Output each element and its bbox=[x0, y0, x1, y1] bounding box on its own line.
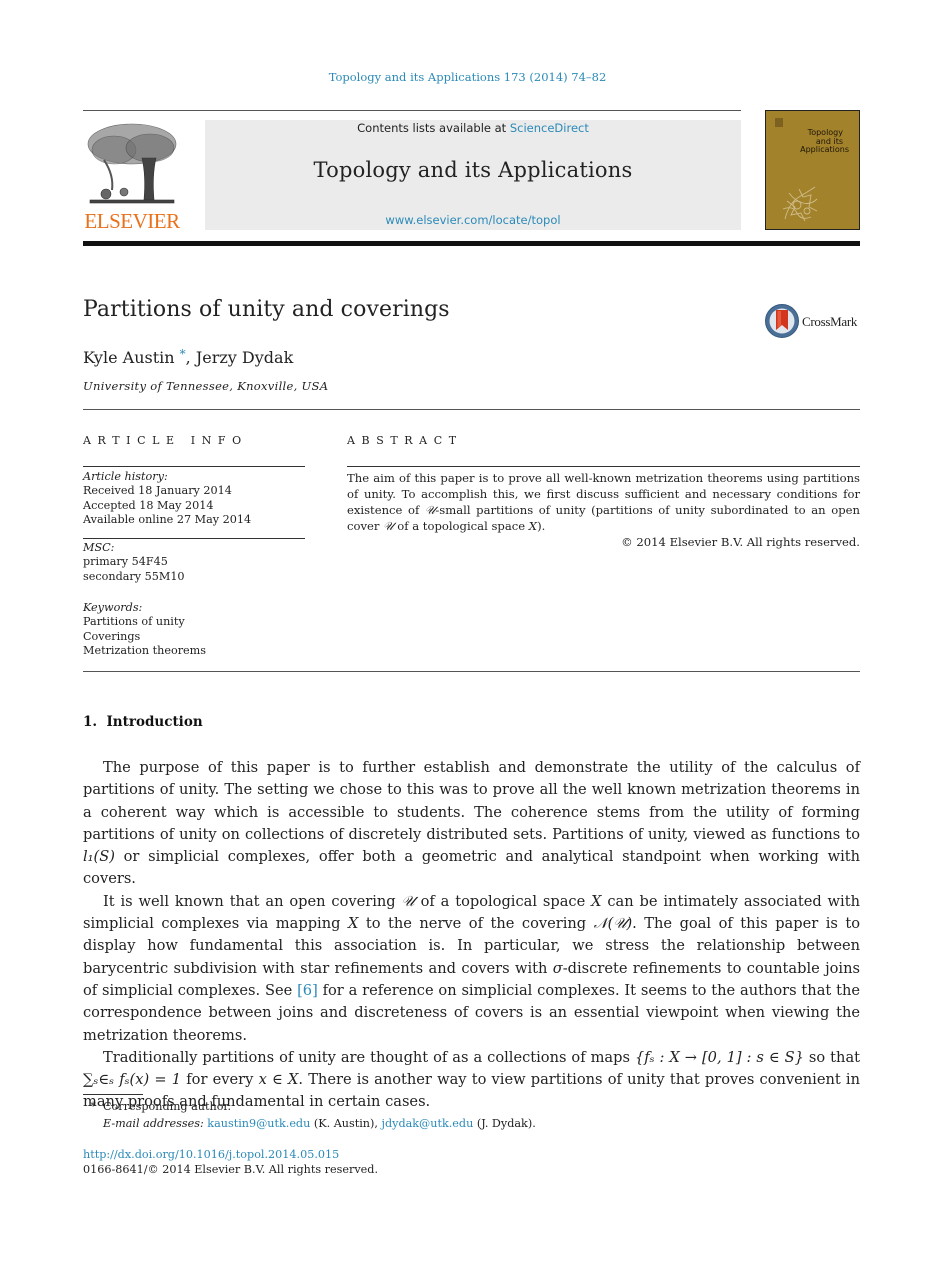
divider bbox=[347, 466, 860, 467]
abstract-text-span: ). bbox=[537, 519, 546, 533]
abstract-heading: ABSTRACT bbox=[347, 434, 463, 447]
msc-item: primary 54F45 bbox=[83, 555, 168, 569]
cover-title: Topology and its Applications bbox=[800, 128, 849, 155]
math-symbol: 𝒰 bbox=[424, 503, 436, 517]
article-info-heading: ARTICLE INFO bbox=[83, 434, 248, 447]
author-name[interactable]: Jerzy Dydak bbox=[196, 348, 293, 367]
abstract-text-span: of a topological space bbox=[393, 519, 529, 533]
msc-item: secondary 55M10 bbox=[83, 569, 185, 583]
msc-label: MSC: bbox=[83, 541, 115, 554]
journal-homepage-link[interactable]: www.elsevier.com/locate/topol bbox=[205, 213, 741, 227]
math-symbol: X bbox=[528, 519, 538, 533]
keywords-label: Keywords: bbox=[83, 601, 143, 614]
divider bbox=[83, 538, 305, 539]
crossmark-icon bbox=[765, 304, 799, 338]
email-owner: (J. Dydak). bbox=[473, 1116, 536, 1130]
abstract-copyright: © 2014 Elsevier B.V. All rights reserved… bbox=[621, 535, 860, 549]
article-history-label: Article history: bbox=[83, 470, 168, 483]
doi-link[interactable]: http://dx.doi.org/10.1016/j.topol.2014.0… bbox=[83, 1148, 339, 1161]
footnote-emails: E-mail addresses: kaustin9@utk.edu (K. A… bbox=[83, 1116, 783, 1133]
keywords: Keywords: Partitions of unity Coverings … bbox=[83, 601, 305, 659]
header-bottom-rule bbox=[83, 241, 860, 246]
text-span: to the nerve of the covering bbox=[358, 915, 594, 933]
journal-cover-image[interactable]: Topology and its Applications bbox=[765, 110, 860, 230]
journal-title: Topology and its Applications bbox=[313, 158, 633, 182]
journal-header-box: Contents lists available at ScienceDirec… bbox=[205, 120, 741, 230]
paragraph: The purpose of this paper is to further … bbox=[83, 757, 860, 891]
cover-emblem-icon bbox=[775, 118, 783, 127]
divider bbox=[83, 466, 305, 467]
email-owner: (K. Austin), bbox=[310, 1116, 382, 1130]
footnote-rule bbox=[83, 1094, 143, 1095]
author-list: Kyle Austin *, Jerzy Dydak bbox=[83, 347, 293, 367]
footnote-star: * bbox=[90, 1100, 96, 1113]
text-span: or simplicial complexes, offer both a ge… bbox=[83, 848, 860, 888]
section-heading: 1. Introduction bbox=[83, 714, 203, 730]
math-inline: l₁(S) bbox=[83, 848, 115, 866]
paragraph: It is well known that an open covering 𝒰… bbox=[83, 891, 860, 1047]
footnotes: * Corresponding author. E-mail addresses:… bbox=[83, 1099, 783, 1132]
math-inline: 𝒰 bbox=[401, 892, 415, 910]
text-span: of a topological space bbox=[414, 892, 592, 910]
keyword-item: Coverings bbox=[83, 629, 141, 643]
author-affiliation: University of Tennessee, Knoxville, USA bbox=[83, 379, 329, 393]
cover-artwork-icon bbox=[782, 186, 818, 222]
sciencedirect-link[interactable]: ScienceDirect bbox=[510, 121, 589, 135]
text-span: so that bbox=[803, 1048, 861, 1066]
crossmark-button[interactable]: CrossMark bbox=[764, 303, 864, 341]
msc-classification: MSC: primary 54F45 secondary 55M10 bbox=[83, 541, 305, 584]
footnote-corresponding: * Corresponding author. bbox=[83, 1099, 783, 1116]
math-inline: {fₛ : X → [0, 1] : s ∈ S} bbox=[634, 1048, 804, 1066]
history-online: Available online 27 May 2014 bbox=[83, 513, 252, 527]
math-inline: x ∈ X bbox=[258, 1071, 299, 1089]
math-inline: σ bbox=[552, 959, 563, 977]
contents-available-line: Contents lists available at ScienceDirec… bbox=[205, 120, 741, 136]
paper-title: Partitions of unity and coverings bbox=[83, 297, 450, 322]
crossmark-label: CrossMark bbox=[802, 314, 858, 329]
journal-citation-link[interactable]: Topology and its Applications 173 (2014)… bbox=[0, 70, 935, 84]
elsevier-wordmark: ELSEVIER bbox=[84, 209, 180, 233]
keyword-item: Partitions of unity bbox=[83, 615, 185, 629]
author-name[interactable]: Kyle Austin bbox=[83, 348, 175, 367]
doi-block: http://dx.doi.org/10.1016/j.topol.2014.0… bbox=[83, 1147, 378, 1177]
math-inline: ∑ₛ∈ₛ fₛ(x) = 1 bbox=[83, 1071, 182, 1089]
text-span: It is well known that an open covering bbox=[103, 892, 402, 910]
keyword-item: Metrization theorems bbox=[83, 644, 207, 658]
math-inline: 𝒩(𝒰) bbox=[593, 915, 633, 933]
author-separator: , bbox=[185, 348, 196, 367]
elsevier-tree-icon bbox=[87, 123, 177, 204]
email-link-dydak[interactable]: jdydak@utk.edu bbox=[382, 1117, 474, 1130]
abstract-text: The aim of this paper is to prove all we… bbox=[347, 470, 860, 534]
contents-prefix: Contents lists available at bbox=[357, 121, 510, 135]
history-received: Received 18 January 2014 bbox=[83, 484, 232, 498]
text-span: The purpose of this paper is to further … bbox=[83, 759, 860, 843]
cover-title-line: Applications bbox=[800, 145, 849, 154]
divider bbox=[83, 671, 860, 672]
math-inline: X bbox=[347, 915, 359, 933]
article-history: Article history: Received 18 January 201… bbox=[83, 470, 305, 528]
text-span: for every bbox=[181, 1071, 259, 1089]
header-top-rule bbox=[83, 110, 741, 111]
footnote-text: Corresponding author. bbox=[103, 1100, 232, 1113]
math-inline: X bbox=[591, 892, 602, 910]
text-span: Traditionally partitions of unity are th… bbox=[103, 1048, 635, 1066]
divider bbox=[83, 409, 860, 410]
email-link-austin[interactable]: kaustin9@utk.edu bbox=[207, 1117, 310, 1130]
body-text: The purpose of this paper is to further … bbox=[83, 757, 860, 1114]
elsevier-logo[interactable]: ELSEVIER bbox=[82, 120, 182, 232]
email-label: E-mail addresses: bbox=[103, 1116, 204, 1130]
math-symbol: 𝒰 bbox=[383, 519, 394, 533]
history-accepted: Accepted 18 May 2014 bbox=[83, 498, 214, 512]
issn-copyright: 0166-8641/© 2014 Elsevier B.V. All right… bbox=[83, 1163, 379, 1176]
reference-link[interactable]: [6] bbox=[297, 982, 318, 999]
